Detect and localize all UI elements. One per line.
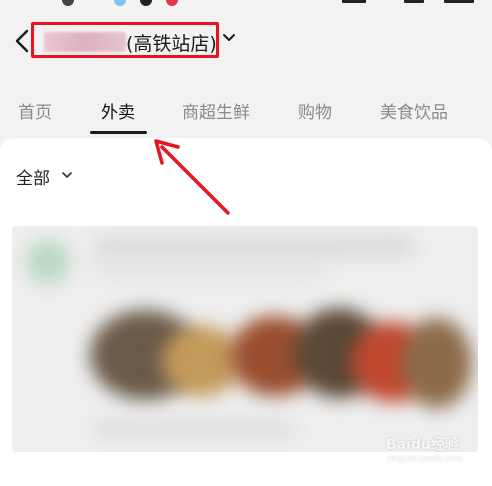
store-selector-highlight[interactable]: (高铁站店) [31,22,219,58]
status-bar [0,0,492,8]
blurred-image [402,318,472,408]
signal-icon [342,0,366,3]
status-icon [166,0,178,6]
content-panel: 全部 [0,138,492,458]
active-tab-indicator [90,131,147,134]
chevron-down-icon[interactable] [62,172,72,179]
store-name-blurred [44,32,126,52]
blurred-text-line [94,262,324,276]
watermark-subtext: jingyan.baidu.com [388,454,462,463]
status-icon [114,0,126,6]
store-name-suffix: (高铁站店) [126,33,217,55]
header: (高铁站店) [0,18,492,64]
chevron-down-icon[interactable] [222,33,236,43]
tab-home[interactable]: 首页 [18,98,52,123]
tab-shopping[interactable]: 购物 [298,98,332,123]
tab-takeout[interactable]: 外卖 [101,98,135,123]
blurred-text-line [94,238,414,256]
tab-food-drinks[interactable]: 美食饮品 [380,98,448,123]
filter-dropdown[interactable]: 全部 [16,164,50,189]
category-tabs: 首页 外卖 商超生鲜 购物 美食饮品 [0,90,492,136]
blurred-content-card[interactable] [12,226,478,452]
status-icon [62,0,74,6]
baidu-jingyan-watermark: Baidu经验 jingyan.baidu.com [380,432,480,472]
blurred-text-line [94,422,294,436]
battery-icon [444,0,474,3]
wifi-icon [404,0,424,3]
blurred-avatar [26,240,70,284]
status-icon [140,0,152,6]
watermark-text: Baidu经验 [386,437,459,453]
tab-grocery[interactable]: 商超生鲜 [182,98,250,123]
